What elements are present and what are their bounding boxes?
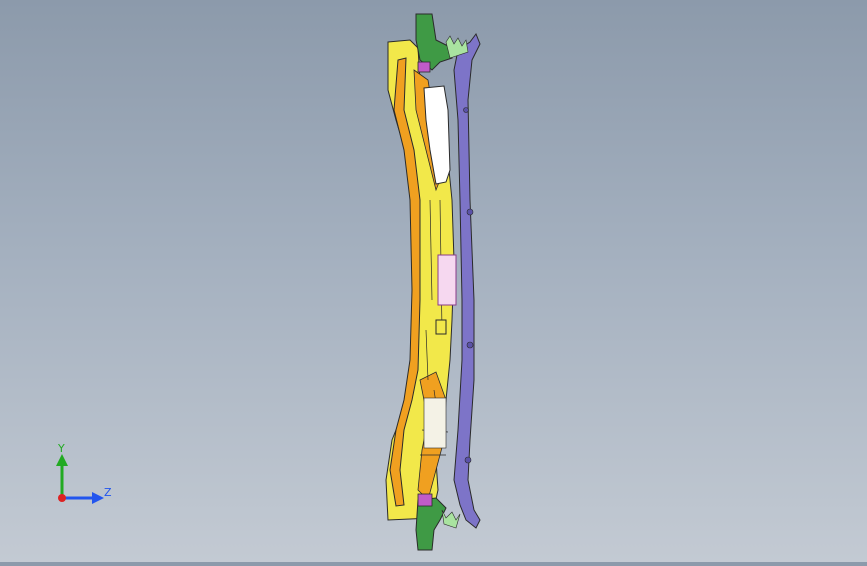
x-axis-dot (58, 494, 66, 502)
y-axis-arrow (56, 454, 68, 466)
z-axis-label: Z (104, 486, 112, 499)
model-canvas[interactable] (0, 0, 867, 562)
white-patch (423, 397, 447, 449)
magenta-bracket-bottom[interactable] (417, 493, 433, 507)
magenta-bracket-top[interactable] (417, 61, 431, 73)
orientation-triad: Y Z (56, 442, 112, 504)
z-axis-arrow (92, 492, 104, 504)
green-teeth-bottom (441, 509, 461, 529)
graphics-viewport[interactable]: Y Z (0, 0, 867, 562)
crossmember-assembly[interactable] (385, 39, 457, 521)
center-plate[interactable] (437, 254, 457, 306)
y-axis-label: Y (57, 442, 65, 455)
small-bracket-mid[interactable] (435, 319, 447, 335)
